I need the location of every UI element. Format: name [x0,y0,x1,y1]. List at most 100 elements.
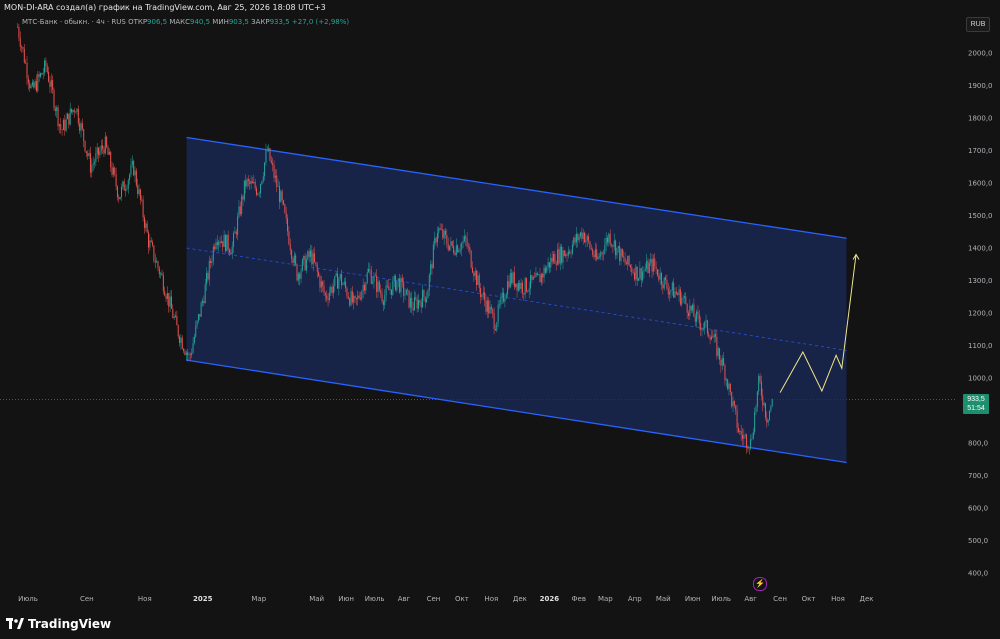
candle-body [384,295,386,306]
candle-body [17,27,19,28]
candle-body [235,231,237,235]
candle-body [233,233,235,247]
candle-body [219,241,221,243]
candle-body [76,108,78,113]
last-price-tag: 933,5 51:54 [963,394,989,414]
candle-body [301,259,303,271]
candle-body [766,417,768,423]
candle-body [100,145,102,152]
candle-body [401,278,403,282]
candle-body [131,161,133,165]
candle-body [408,290,410,308]
candle-body [23,48,25,63]
tradingview-logo[interactable]: TradingView [6,616,111,632]
candle-body [432,244,434,269]
price-axis-label: 1100,0 [968,342,993,350]
candle-body [68,113,70,125]
candle-body [515,283,517,287]
price-axis-label: 1200,0 [968,310,993,318]
candle-body [692,304,694,311]
candle-body [624,257,626,263]
time-axis-label: Май [656,595,671,603]
candle-body [601,252,603,254]
candle-body [116,186,118,198]
candle-body [45,60,47,67]
candle-body [92,163,94,165]
candle-body [405,289,407,295]
candle-body [166,293,168,299]
candle-body [48,72,50,82]
candle-body [191,352,193,356]
candle-body [91,164,93,173]
price-axis-label: 800,0 [968,440,988,448]
candle-body [33,82,35,88]
candle-body [289,244,291,251]
time-axis-label: Июн [338,595,354,603]
candle-body [503,292,505,302]
candle-body [500,297,502,305]
candle-body [636,266,638,281]
candle-body [569,251,571,254]
candle-body [139,189,141,200]
candle-body [501,292,503,298]
candle-body [220,241,222,243]
candle-body [540,273,542,283]
channel-fill[interactable] [186,137,847,463]
candle-body [87,152,89,156]
candle-body [477,275,479,286]
candle-body [478,275,480,289]
candle-body [466,238,468,247]
candle-body [210,260,212,264]
candle-body [79,123,81,131]
lightning-icon[interactable]: ⚡ [753,577,767,591]
candle-body [85,151,87,153]
candle-body [202,301,204,303]
candle-body [667,288,669,295]
candle-body [727,379,729,390]
candle-body [481,294,483,298]
candle-body [381,293,383,302]
candle-body [604,245,606,254]
candle-body [44,60,46,73]
candle-body [683,296,685,298]
candle-body [241,196,243,214]
candle-body [72,109,74,113]
candle-body [754,412,756,433]
candle-body [567,251,569,256]
candle-body [640,268,642,281]
candle-body [196,320,198,326]
candle-body [507,281,509,295]
candle-body [400,278,402,293]
candle-body [385,285,387,296]
candle-body [354,295,356,299]
symbol-name[interactable]: МТС-Банк · обыкн. · 4ч · RUS [22,18,126,26]
candle-body [423,290,425,297]
candle-body [168,293,170,307]
candle-body [268,148,270,151]
change-value: +27,0 (+2,98%) [291,18,350,26]
price-chart[interactable]: 2000,0 1900,0 1800,0 1700,0 1600,0 1500,0 1400… [0,0,1000,639]
candle-body [195,325,197,337]
candle-body [654,258,656,267]
candle-body [412,307,414,311]
candle-body [488,300,490,314]
candle-body [277,186,279,187]
candle-body [424,296,426,302]
candle-body [292,258,294,264]
candle-body [142,199,144,218]
time-axis-label: Сен [427,595,441,603]
candle-body [584,232,586,243]
candle-body [550,257,552,268]
candle-body [457,245,459,253]
candle-body [366,272,368,283]
candle-body [613,240,615,247]
candle-body [733,401,735,406]
candle-body [122,181,124,187]
candle-body [126,188,128,190]
candle-body [35,81,37,92]
candle-body [736,410,738,428]
candle-body [169,296,171,307]
currency-button[interactable]: RUB [966,17,990,32]
candle-body [162,275,164,292]
candle-body [359,298,361,300]
